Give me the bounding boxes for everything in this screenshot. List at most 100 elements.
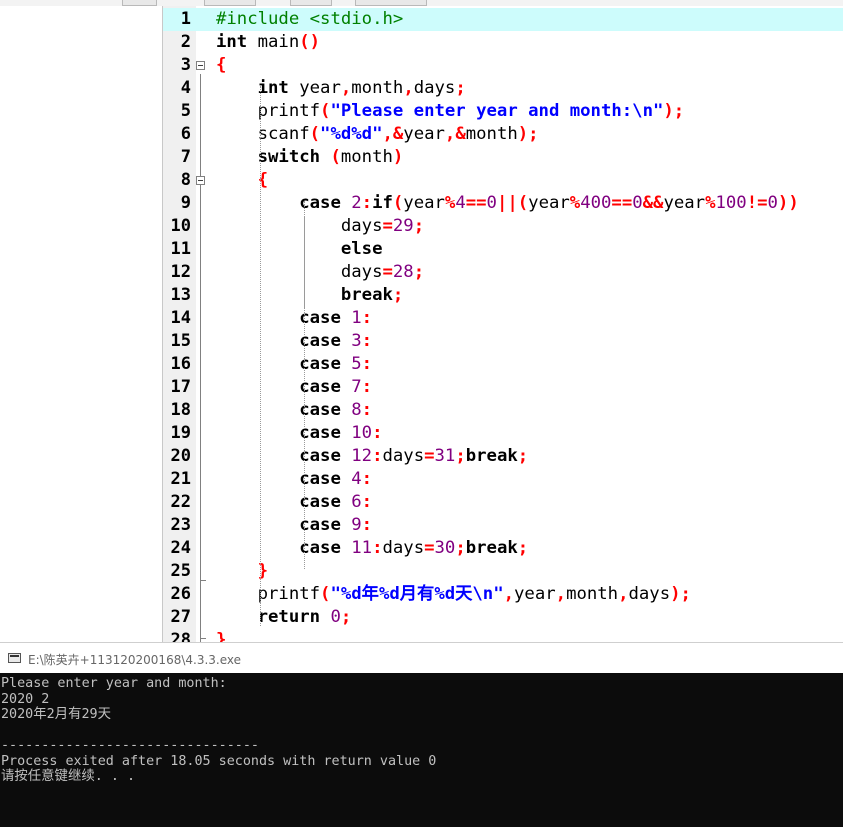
code-line[interactable]: 24 case 11:days=30;break; [163,537,843,560]
code-line[interactable]: 17 case 7: [163,376,843,399]
code-line[interactable]: 15 case 3: [163,330,843,353]
code-line[interactable]: 23 case 9: [163,514,843,537]
code-token: ); [663,101,685,121]
code-token: : [361,469,373,489]
line-number: 22 [170,492,191,512]
code-token: main [247,32,300,52]
code-token: printf [216,584,321,604]
code-token: 0 [486,193,497,213]
code-line[interactable]: 20 case 12:days=31;break; [163,445,843,468]
code-token: ; [392,285,404,305]
code-token: 0 [330,607,341,627]
code-token: year [288,78,341,98]
code-line[interactable]: 9 case 2:if(year%4==0||(year%400==0&&yea… [163,192,843,215]
code-token: days [216,216,383,236]
code-line[interactable]: 5 printf("Please enter year and month:\n… [163,100,843,123]
console-line: 2020 2 [1,692,50,707]
code-line[interactable]: 22 case 6: [163,491,843,514]
code-token: , [340,78,352,98]
code-text: case 11:days=30;break; [216,537,528,560]
code-token: int [257,78,289,98]
code-token: #include <stdio.h> [216,9,404,29]
line-number: 3 [180,55,191,75]
code-token: days [628,584,671,604]
code-token: days [382,446,425,466]
code-line[interactable]: 19 case 10: [163,422,843,445]
line-number: 17 [170,377,191,397]
code-token: : [361,308,373,328]
line-number: 19 [170,423,191,443]
fold-collapse-icon[interactable] [196,176,205,185]
code-line[interactable]: 2 int main() [163,31,843,54]
code-line[interactable]: 10 days=29; [163,215,843,238]
console-line: Please enter year and month: [1,676,227,691]
code-text: return 0; [216,606,352,629]
code-line[interactable]: 14 case 1: [163,307,843,330]
code-token: 8 [351,400,362,420]
code-line[interactable]: 28} [163,629,843,642]
code-line[interactable]: 3{ [163,54,843,77]
code-line[interactable]: 26 printf("%d年%d月有%d天\n",year,month,days… [163,583,843,606]
line-number: 4 [180,78,191,98]
code-text: else [216,238,383,261]
code-token: days [216,262,383,282]
console-window-icon [8,653,21,663]
code-line[interactable]: 6 scanf("%d%d",&year,&month); [163,123,843,146]
code-token: int [216,32,248,52]
code-line[interactable]: 25 } [163,560,843,583]
code-token: 28 [392,262,414,282]
code-line[interactable]: 18 case 8: [163,399,843,422]
code-token: ; [517,446,529,466]
code-token: ; [455,78,466,98]
code-token: = [424,538,435,558]
code-line[interactable]: 4 int year,month,days; [163,77,843,100]
code-token: == [611,193,633,213]
code-token: = [382,262,393,282]
line-number: 11 [170,239,191,259]
code-token: { [216,55,227,75]
code-token: year [403,193,445,213]
code-line[interactable]: 16 case 5: [163,353,843,376]
line-number: 20 [170,446,191,466]
code-line[interactable]: 21 case 4: [163,468,843,491]
code-token: } [216,630,227,642]
indent-guide [260,178,261,568]
line-number: 16 [170,354,191,374]
code-text: days=28; [216,261,424,284]
console-titlebar[interactable]: E:\陈英卉+113120200168\4.3.3.exe [0,642,843,674]
code-line[interactable]: 13 break; [163,284,843,307]
project-browser-pane[interactable] [0,6,163,642]
code-token: == [465,193,487,213]
code-token: )) [777,193,799,213]
code-token: 2 [351,193,362,213]
code-line[interactable]: 8 { [163,169,843,192]
code-token: 4 [351,469,362,489]
code-line[interactable]: 1 #include <stdio.h> [163,8,843,31]
code-text: { [216,54,226,77]
fold-collapse-icon[interactable] [196,61,205,70]
code-line[interactable]: 27 return 0; [163,606,843,629]
code-line[interactable]: 12 days=28; [163,261,843,284]
code-token: month [351,78,404,98]
code-token: 4 [455,193,466,213]
code-line[interactable]: 7 switch (month) [163,146,843,169]
code-token: month [340,147,393,167]
code-token: ; [340,607,352,627]
code-text: case 5: [216,353,372,376]
fold-end-marker [200,580,206,581]
code-line[interactable]: 11 else [163,238,843,261]
console-output[interactable]: Please enter year and month: 2020 2 2020… [0,673,843,827]
code-token: "%d年%d月有%d天\n" [330,584,504,604]
code-editor[interactable]: 1 #include <stdio.h> 2 int main() 3{4 int ye… [163,6,843,642]
